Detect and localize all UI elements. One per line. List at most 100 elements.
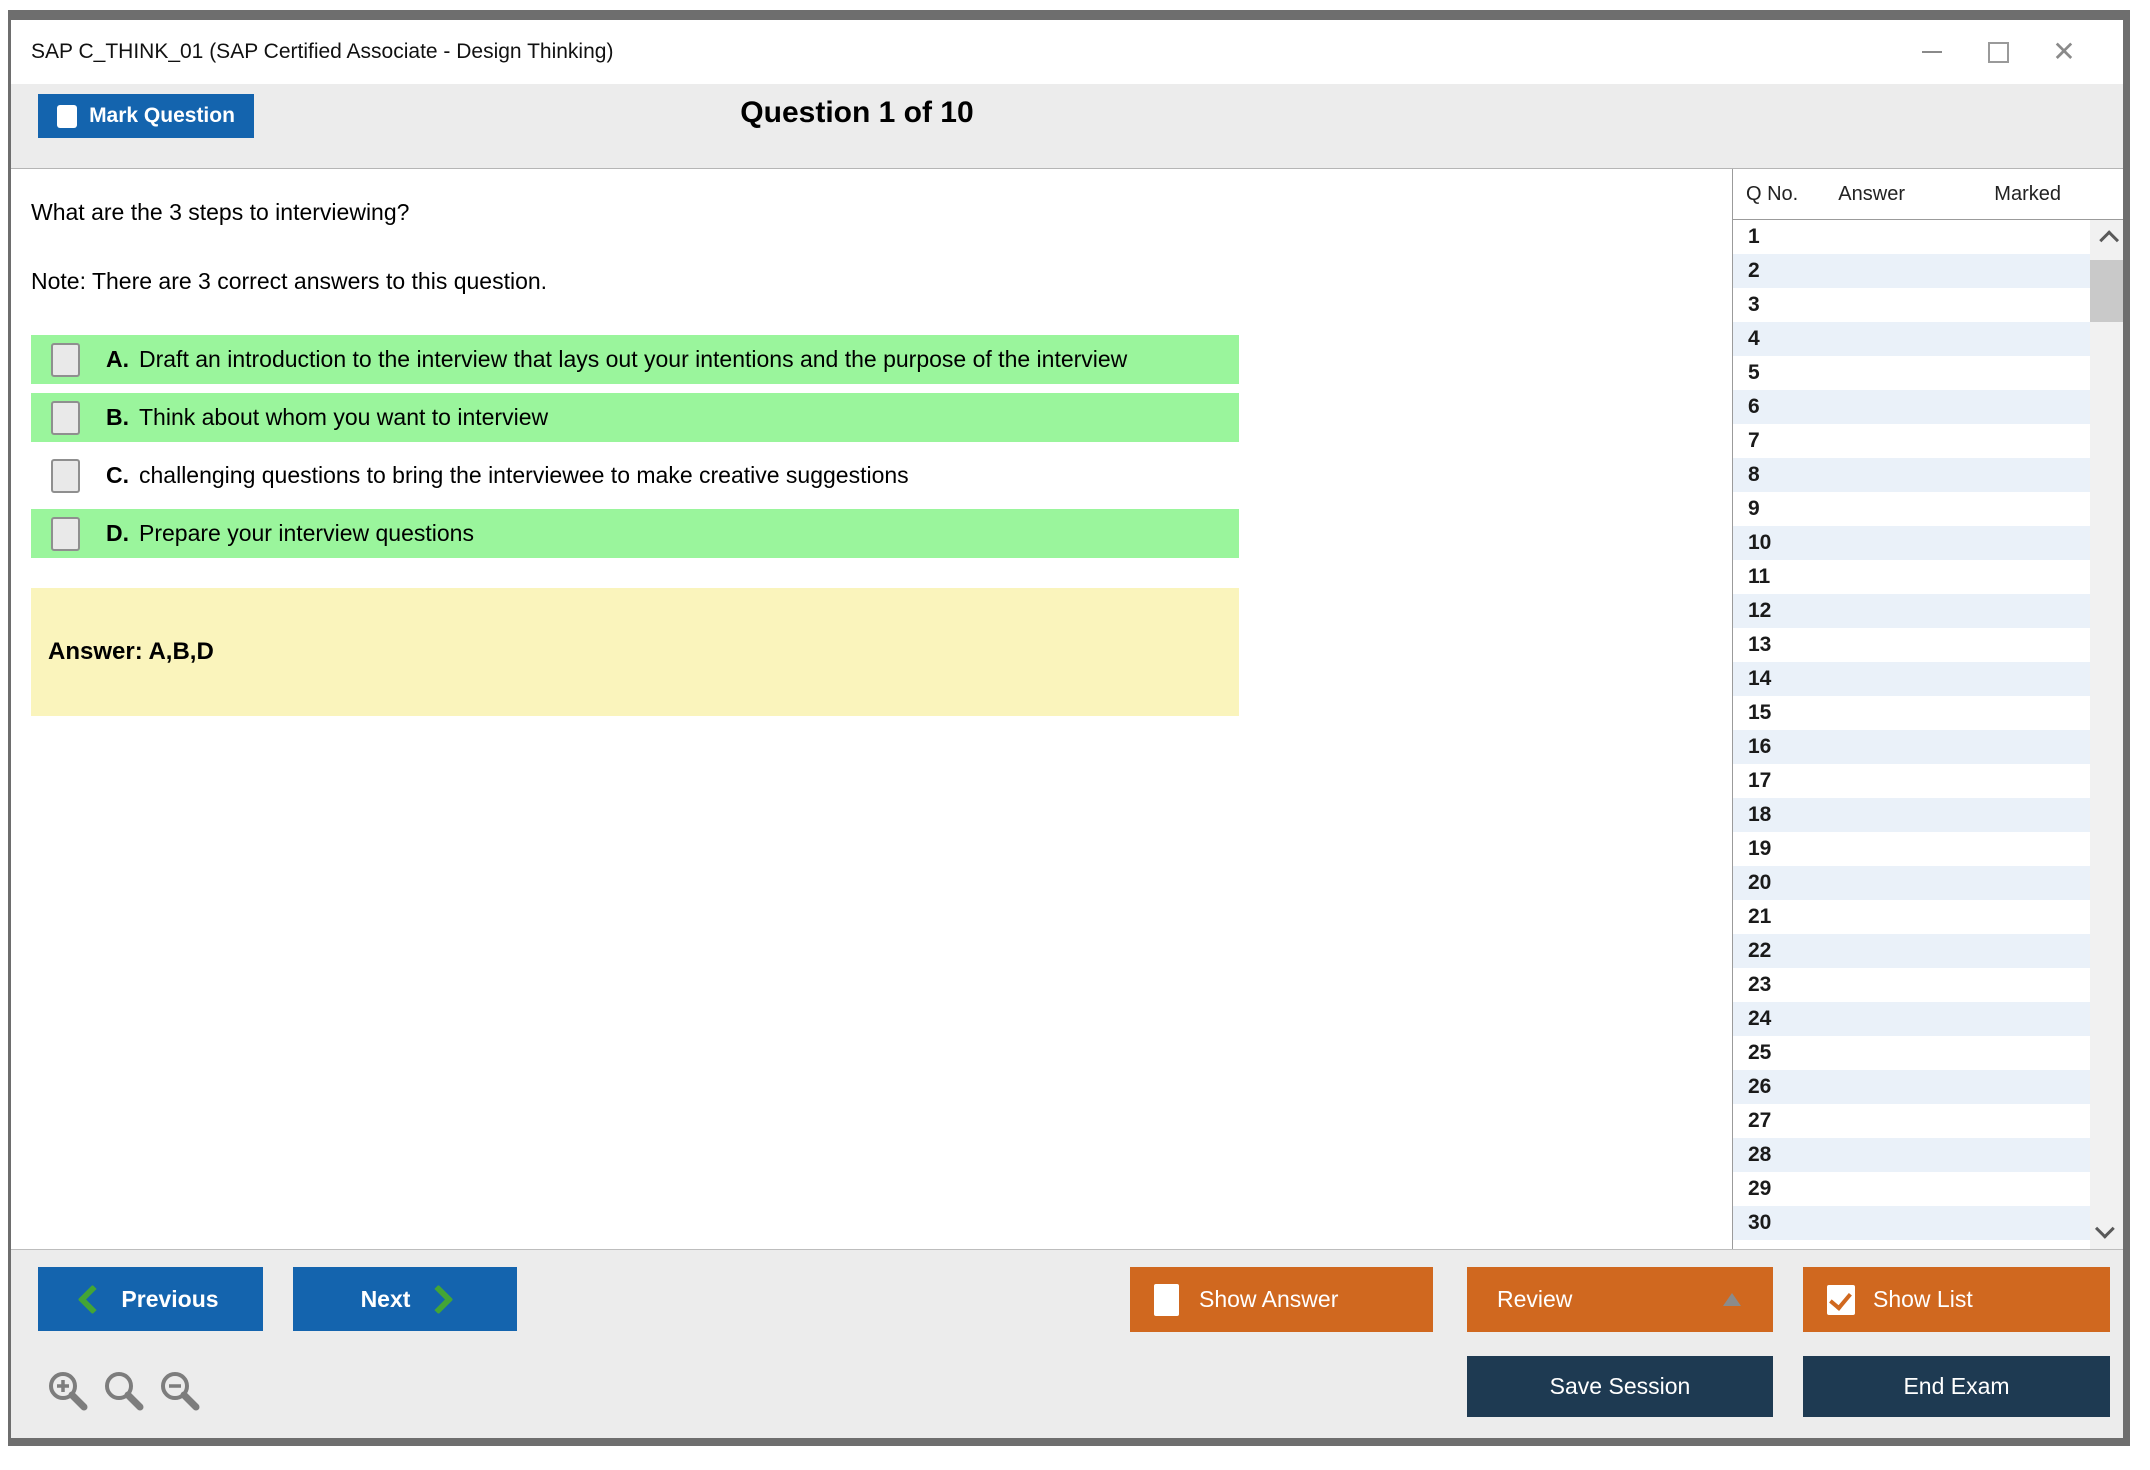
next-label: Next bbox=[360, 1285, 411, 1312]
qlist-row[interactable]: 9 bbox=[1733, 492, 2090, 526]
minimize-icon bbox=[1922, 51, 1942, 53]
qlist-row[interactable]: 27 bbox=[1733, 1104, 2090, 1138]
show-answer-checkbox[interactable] bbox=[1154, 1283, 1179, 1316]
column-header-answer: Answer bbox=[1838, 182, 1905, 205]
qlist-row[interactable]: 18 bbox=[1733, 798, 2090, 832]
review-label: Review bbox=[1497, 1286, 1573, 1312]
qlist-row-number: 13 bbox=[1748, 633, 1772, 656]
qlist-row-number: 26 bbox=[1748, 1075, 1772, 1098]
close-button[interactable]: ✕ bbox=[2031, 30, 2097, 74]
scrollbar-thumb[interactable] bbox=[2090, 260, 2123, 322]
qlist-row[interactable]: 5 bbox=[1733, 356, 2090, 390]
end-exam-button[interactable]: End Exam bbox=[1803, 1356, 2110, 1417]
option-a-checkbox[interactable] bbox=[51, 342, 80, 377]
qlist-row[interactable]: 20 bbox=[1733, 866, 2090, 900]
qlist-row-number: 2 bbox=[1748, 259, 1760, 282]
qlist-row[interactable]: 22 bbox=[1733, 934, 2090, 968]
qlist-row[interactable]: 10 bbox=[1733, 526, 2090, 560]
option-row-a[interactable]: A. Draft an introduction to the intervie… bbox=[31, 335, 1239, 384]
qlist-row[interactable]: 17 bbox=[1733, 764, 2090, 798]
question-panel: What are the 3 steps to interviewing? No… bbox=[11, 169, 1732, 1249]
show-answer-label: Show Answer bbox=[1199, 1286, 1339, 1312]
qlist-row[interactable]: 1 bbox=[1733, 220, 2090, 254]
zoom-out-icon[interactable] bbox=[157, 1368, 203, 1414]
scroll-up-button[interactable] bbox=[2090, 220, 2123, 256]
qlist-row[interactable]: 14 bbox=[1733, 662, 2090, 696]
show-list-button[interactable]: Show List bbox=[1803, 1267, 2110, 1332]
qlist-row[interactable]: 12 bbox=[1733, 594, 2090, 628]
qlist-row-number: 16 bbox=[1748, 735, 1772, 758]
qlist-row[interactable]: 6 bbox=[1733, 390, 2090, 424]
qlist-row[interactable]: 28 bbox=[1733, 1138, 2090, 1172]
qlist-row[interactable]: 4 bbox=[1733, 322, 2090, 356]
exam-window: SAP C_THINK_01 (SAP Certified Associate … bbox=[8, 10, 2130, 1446]
answer-text: Answer: A,B,D bbox=[48, 638, 214, 665]
qlist-row[interactable]: 11 bbox=[1733, 560, 2090, 594]
magnifier-icon[interactable] bbox=[101, 1368, 147, 1414]
chevron-down-icon bbox=[2094, 1218, 2115, 1239]
qlist-row-number: 7 bbox=[1748, 429, 1760, 452]
scroll-down-button[interactable] bbox=[2090, 1213, 2123, 1249]
exam-header: Mark Question Question 1 of 10 bbox=[11, 84, 2123, 169]
qlist-row-number: 30 bbox=[1748, 1211, 1772, 1234]
content-area: What are the 3 steps to interviewing? No… bbox=[11, 169, 2123, 1249]
show-list-checkbox[interactable] bbox=[1827, 1284, 1855, 1315]
qlist-row-number: 9 bbox=[1748, 497, 1760, 520]
option-row-c[interactable]: C. challenging questions to bring the in… bbox=[31, 451, 1239, 500]
option-c-text: challenging questions to bring the inter… bbox=[139, 462, 909, 488]
next-button[interactable]: Next bbox=[293, 1267, 517, 1331]
option-c-checkbox[interactable] bbox=[51, 458, 80, 493]
qlist-row[interactable]: 2 bbox=[1733, 254, 2090, 288]
question-list-scrollbar[interactable] bbox=[2090, 220, 2123, 1249]
window-controls: ✕ bbox=[1899, 30, 2123, 74]
maximize-button[interactable] bbox=[1965, 30, 2031, 74]
save-session-button[interactable]: Save Session bbox=[1467, 1356, 1773, 1417]
qlist-row[interactable]: 8 bbox=[1733, 458, 2090, 492]
qlist-row[interactable]: 25 bbox=[1733, 1036, 2090, 1070]
qlist-row-number: 24 bbox=[1748, 1007, 1772, 1030]
qlist-row-number: 25 bbox=[1748, 1041, 1772, 1064]
qlist-row-number: 4 bbox=[1748, 327, 1760, 350]
qlist-row[interactable]: 26 bbox=[1733, 1070, 2090, 1104]
zoom-in-icon[interactable] bbox=[45, 1368, 91, 1414]
qlist-row[interactable]: 13 bbox=[1733, 628, 2090, 662]
option-b-checkbox[interactable] bbox=[51, 400, 80, 435]
previous-button[interactable]: Previous bbox=[38, 1267, 263, 1331]
qlist-row-number: 10 bbox=[1748, 531, 1772, 554]
qlist-row[interactable]: 30 bbox=[1733, 1206, 2090, 1240]
qlist-row[interactable]: 7 bbox=[1733, 424, 2090, 458]
qlist-row[interactable]: 15 bbox=[1733, 696, 2090, 730]
option-d-checkbox[interactable] bbox=[51, 516, 80, 551]
window-title: SAP C_THINK_01 (SAP Certified Associate … bbox=[31, 40, 614, 63]
save-session-label: Save Session bbox=[1549, 1373, 1691, 1399]
qlist-row-number: 5 bbox=[1748, 361, 1760, 384]
qlist-row-number: 20 bbox=[1748, 871, 1772, 894]
qlist-row[interactable]: 23 bbox=[1733, 968, 2090, 1002]
previous-label: Previous bbox=[121, 1285, 219, 1312]
option-d-text: Prepare your interview questions bbox=[139, 520, 474, 546]
column-header-marked: Marked bbox=[1994, 182, 2061, 205]
zoom-toolbar bbox=[45, 1368, 203, 1414]
option-b-text: Think about whom you want to interview bbox=[139, 404, 549, 430]
qlist-row[interactable]: 24 bbox=[1733, 1002, 2090, 1036]
option-row-b[interactable]: B. Think about whom you want to intervie… bbox=[31, 393, 1239, 442]
qlist-row[interactable]: 16 bbox=[1733, 730, 2090, 764]
option-d-letter: D. bbox=[106, 520, 129, 546]
option-row-d[interactable]: D. Prepare your interview questions bbox=[31, 509, 1239, 558]
review-dropdown-button[interactable]: Review bbox=[1467, 1267, 1773, 1332]
qlist-row-number: 3 bbox=[1748, 293, 1760, 316]
qlist-row[interactable]: 29 bbox=[1733, 1172, 2090, 1206]
qlist-row-number: 6 bbox=[1748, 395, 1760, 418]
qlist-row[interactable]: 19 bbox=[1733, 832, 2090, 866]
maximize-icon bbox=[1987, 41, 2009, 63]
question-list-header: Q No. Answer Marked bbox=[1733, 169, 2123, 220]
show-answer-button[interactable]: Show Answer bbox=[1130, 1267, 1433, 1332]
qlist-row[interactable]: 21 bbox=[1733, 900, 2090, 934]
qlist-row-number: 11 bbox=[1748, 565, 1771, 588]
chevron-up-icon bbox=[2098, 230, 2119, 251]
option-b-letter: B. bbox=[106, 404, 129, 430]
qlist-row[interactable]: 3 bbox=[1733, 288, 2090, 322]
minimize-button[interactable] bbox=[1899, 30, 1965, 74]
chevron-left-icon bbox=[78, 1284, 108, 1314]
chevron-right-icon bbox=[424, 1284, 454, 1314]
